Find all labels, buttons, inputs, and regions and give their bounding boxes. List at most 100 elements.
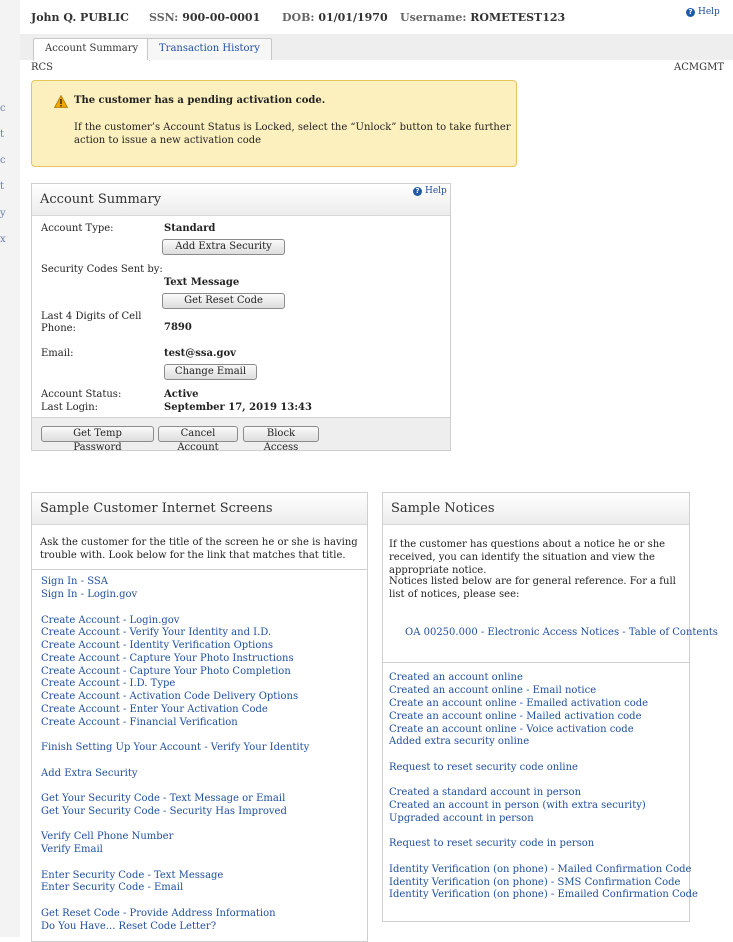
- sample-screens-divider: [32, 569, 367, 570]
- sample-notices-divider: [383, 662, 689, 663]
- screen-link[interactable]: Do You Have... Reset Code Letter?: [41, 921, 216, 932]
- notice-link[interactable]: Created a standard account in person: [389, 787, 581, 798]
- screen-link[interactable]: Sign In - Login.gov: [41, 589, 137, 600]
- cancel-account-button[interactable]: Cancel Account: [158, 426, 238, 453]
- screen-link[interactable]: Verify Cell Phone Number: [41, 831, 173, 842]
- account-status-value: Active: [164, 389, 199, 400]
- screen-link[interactable]: Create Account - Login.gov: [41, 615, 179, 626]
- sample-notices-intro: If the customer has questions about a no…: [389, 539, 666, 576]
- notice-link[interactable]: Create an account online - Emailed activ…: [389, 698, 648, 709]
- get-temp-password-button[interactable]: Get Temp Password: [41, 426, 154, 453]
- sample-screens-title: Sample Customer Internet Screens: [32, 493, 367, 525]
- notice-link[interactable]: Create an account online - Mailed activa…: [389, 711, 642, 722]
- screen-link[interactable]: Create Account - Verify Your Identity an…: [41, 627, 271, 638]
- edge-char: c: [0, 103, 6, 114]
- warning-icon: [54, 95, 68, 108]
- office-code: RCS: [31, 62, 54, 73]
- screen-link[interactable]: Create Account - Capture Your Photo Comp…: [41, 666, 291, 677]
- customer-header: John Q. PUBLIC SSN: 900-00-0001 DOB: 01/…: [20, 0, 733, 35]
- tab-bar: Account Summary Transaction History: [20, 34, 733, 61]
- dob-label: DOB:: [282, 11, 315, 24]
- screen-link[interactable]: Create Account - Capture Your Photo Inst…: [41, 653, 294, 664]
- account-summary-help-link[interactable]: ? Help: [413, 186, 447, 196]
- screen-link[interactable]: Finish Setting Up Your Account - Verify …: [41, 742, 309, 753]
- notice-link[interactable]: Request to reset security code in person: [389, 838, 594, 849]
- help-label: Help: [425, 186, 447, 196]
- notice-link[interactable]: Identity Verification (on phone) - SMS C…: [389, 877, 680, 888]
- screen-link[interactable]: Create Account - Financial Verification: [41, 717, 238, 728]
- screen-link[interactable]: Verify Email: [41, 844, 103, 855]
- sample-screens-panel: Sample Customer Internet Screens Ask the…: [31, 492, 368, 942]
- screen-link[interactable]: Get Your Security Code - Text Message or…: [41, 793, 285, 804]
- screen-link[interactable]: Create Account - Identity Verification O…: [41, 640, 273, 651]
- add-extra-security-button[interactable]: Add Extra Security: [162, 239, 285, 255]
- account-summary-panel: Account Summary ? Help Account Type: Sta…: [31, 183, 451, 453]
- screen-link[interactable]: Add Extra Security: [41, 768, 138, 779]
- notice-link[interactable]: Request to reset security code online: [389, 762, 578, 773]
- notice-link[interactable]: Identity Verification (on phone) - Maile…: [389, 864, 691, 875]
- cell-phone-label-line2: Phone:: [41, 323, 76, 334]
- help-icon: ?: [413, 186, 422, 196]
- security-codes-label: Security Codes Sent by:: [41, 264, 163, 275]
- notices-toc-link[interactable]: OA 00250.000 - Electronic Access Notices…: [405, 627, 718, 638]
- screen-link[interactable]: Enter Security Code - Text Message: [41, 870, 223, 881]
- ssn-value: 900-00-0001: [182, 11, 261, 24]
- sample-notices-panel: Sample Notices If the customer has quest…: [382, 492, 718, 922]
- username-value: ROMETEST123: [470, 11, 566, 24]
- screen-link[interactable]: Create Account - Activation Code Deliver…: [41, 691, 298, 702]
- alert-body: If the customer’s Account Status is Lock…: [74, 122, 511, 146]
- last-login-label: Last Login:: [41, 402, 99, 413]
- account-type-value: Standard: [164, 223, 216, 234]
- screen-link[interactable]: Sign In - SSA: [41, 576, 108, 587]
- help-label: Help: [698, 7, 720, 17]
- account-type-label: Account Type:: [41, 223, 114, 234]
- pending-activation-alert: The customer has a pending activation co…: [31, 80, 517, 167]
- dob-value: 01/01/1970: [318, 11, 388, 24]
- notice-link[interactable]: Created an account in person (with extra…: [389, 800, 646, 811]
- alert-title: The customer has a pending activation co…: [74, 95, 326, 106]
- account-status-label: Account Status:: [41, 389, 122, 400]
- notice-link[interactable]: Created an account online - Email notice: [389, 685, 596, 696]
- notice-link[interactable]: Identity Verification (on phone) - Email…: [389, 889, 698, 900]
- edge-char: c: [0, 155, 6, 166]
- account-actions-bar: Get Temp Password Cancel Account Block A…: [32, 417, 450, 453]
- email-value: test@ssa.gov: [164, 348, 236, 359]
- screen-link[interactable]: Enter Security Code - Email: [41, 882, 183, 893]
- block-access-button[interactable]: Block Access: [243, 426, 319, 453]
- notice-link[interactable]: Added extra security online: [389, 736, 529, 747]
- notice-link[interactable]: Create an account online - Voice activat…: [389, 724, 634, 735]
- edge-char: x: [0, 234, 6, 245]
- dob-field: DOB: 01/01/1970: [282, 11, 388, 24]
- cell-phone-label-line1: Last 4 Digits of Cell: [41, 311, 142, 322]
- edge-char: t: [0, 129, 5, 140]
- get-reset-code-button[interactable]: Get Reset Code: [162, 293, 285, 309]
- screen-link[interactable]: Get Your Security Code - Security Has Im…: [41, 806, 287, 817]
- ssn-label: SSN:: [149, 11, 179, 24]
- left-edge-strip: c t c t y x: [0, 0, 20, 937]
- ssn-field: SSN: 900-00-0001: [149, 11, 260, 24]
- help-icon: ?: [686, 7, 695, 17]
- username-field: Username: ROMETEST123: [400, 11, 565, 24]
- customer-name: John Q. PUBLIC: [31, 11, 129, 24]
- tab-transaction-history[interactable]: Transaction History: [147, 38, 272, 60]
- sample-screens-intro: Ask the customer for the title of the sc…: [40, 537, 358, 561]
- username-label: Username:: [400, 11, 467, 24]
- screen-link[interactable]: Create Account - Enter Your Activation C…: [41, 704, 268, 715]
- tab-account-summary[interactable]: Account Summary: [33, 38, 151, 61]
- screen-link[interactable]: Create Account - I.D. Type: [41, 678, 175, 689]
- account-summary-title: Account Summary: [32, 184, 450, 216]
- edge-char: y: [0, 208, 6, 219]
- header-help-link[interactable]: ? Help: [686, 7, 720, 17]
- edge-char: t: [0, 181, 5, 192]
- sample-notices-title: Sample Notices: [383, 493, 689, 525]
- module-code: ACMGMT: [674, 62, 725, 73]
- security-codes-value: Text Message: [164, 277, 240, 288]
- notice-link[interactable]: Upgraded account in person: [389, 813, 534, 824]
- change-email-button[interactable]: Change Email: [164, 364, 257, 380]
- last-login-value: September 17, 2019 13:43: [164, 402, 312, 413]
- screen-link[interactable]: Get Reset Code - Provide Address Informa…: [41, 908, 276, 919]
- notice-link[interactable]: Created an account online: [389, 672, 523, 683]
- email-label: Email:: [41, 348, 74, 359]
- cell-phone-value: 7890: [164, 322, 192, 333]
- sample-notices-reference-text: Notices listed below are for general ref…: [389, 576, 676, 600]
